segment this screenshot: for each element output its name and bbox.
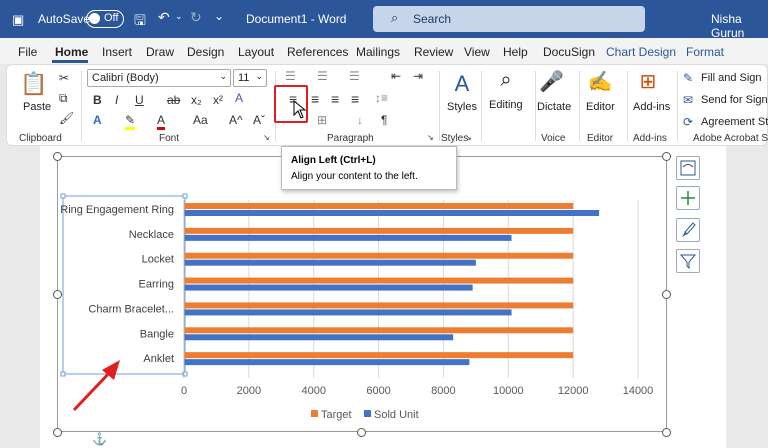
x-tick-label: 0 — [181, 385, 187, 397]
tooltip-description: Align your content to the left. — [291, 171, 418, 182]
plus-icon — [681, 191, 695, 205]
bar-target — [184, 277, 574, 284]
annotation-arrow — [72, 368, 114, 412]
category-label: Necklace — [129, 229, 174, 241]
bar-sold-unit — [184, 284, 473, 291]
category-label: Ring Engagement Ring — [60, 204, 174, 216]
axis-selection-handle — [60, 371, 66, 377]
anchor-icon: ⚓ — [92, 432, 107, 446]
bar-sold-unit — [184, 234, 512, 241]
brush-icon — [682, 222, 696, 237]
x-tick-label: 8000 — [431, 385, 455, 397]
bar-sold-unit — [184, 210, 600, 216]
tooltip: Align Left (Ctrl+L) Align your content t… — [281, 146, 457, 190]
chart-elements-button[interactable] — [676, 186, 700, 210]
bar-sold-unit — [184, 359, 470, 366]
category-label: Locket — [142, 254, 174, 266]
chart-styles-button[interactable] — [676, 218, 700, 242]
filter-icon — [679, 254, 697, 270]
legend-label: Sold Unit — [374, 409, 419, 421]
axis-selection-handle — [60, 193, 66, 199]
x-tick-label: 14000 — [623, 385, 654, 397]
bar-target — [184, 302, 574, 309]
axis-selection-handle — [182, 193, 188, 199]
bar-chart[interactable]: 0 2000 4000 6000 8000 10000 12000 14000 Ring Eng… — [0, 0, 768, 448]
bar-sold-unit — [184, 309, 512, 316]
tooltip-title: Align Left (Ctrl+L) — [291, 155, 376, 166]
layout-options-icon — [680, 160, 696, 176]
legend-swatch — [311, 410, 318, 417]
chart-filters-button[interactable] — [676, 249, 700, 273]
category-label: Charm Bracelet... — [88, 303, 174, 315]
bar-sold-unit — [184, 334, 454, 341]
x-tick-label: 6000 — [366, 385, 390, 397]
bar-target — [184, 352, 574, 359]
x-tick-label: 10000 — [493, 385, 524, 397]
bar-target — [184, 227, 574, 234]
x-tick-label: 4000 — [301, 385, 325, 397]
category-label: Earring — [139, 279, 174, 291]
legend-swatch — [364, 410, 371, 417]
bar-target — [184, 203, 574, 209]
category-label: Anklet — [143, 353, 174, 365]
bar-target — [184, 252, 574, 259]
bar-target — [184, 327, 574, 334]
category-label: Bangle — [140, 328, 174, 340]
legend-label: Target — [321, 409, 352, 421]
x-tick-label: 12000 — [558, 385, 589, 397]
x-tick-label: 2000 — [237, 385, 261, 397]
layout-options-button[interactable] — [676, 156, 700, 180]
bar-sold-unit — [184, 259, 476, 266]
